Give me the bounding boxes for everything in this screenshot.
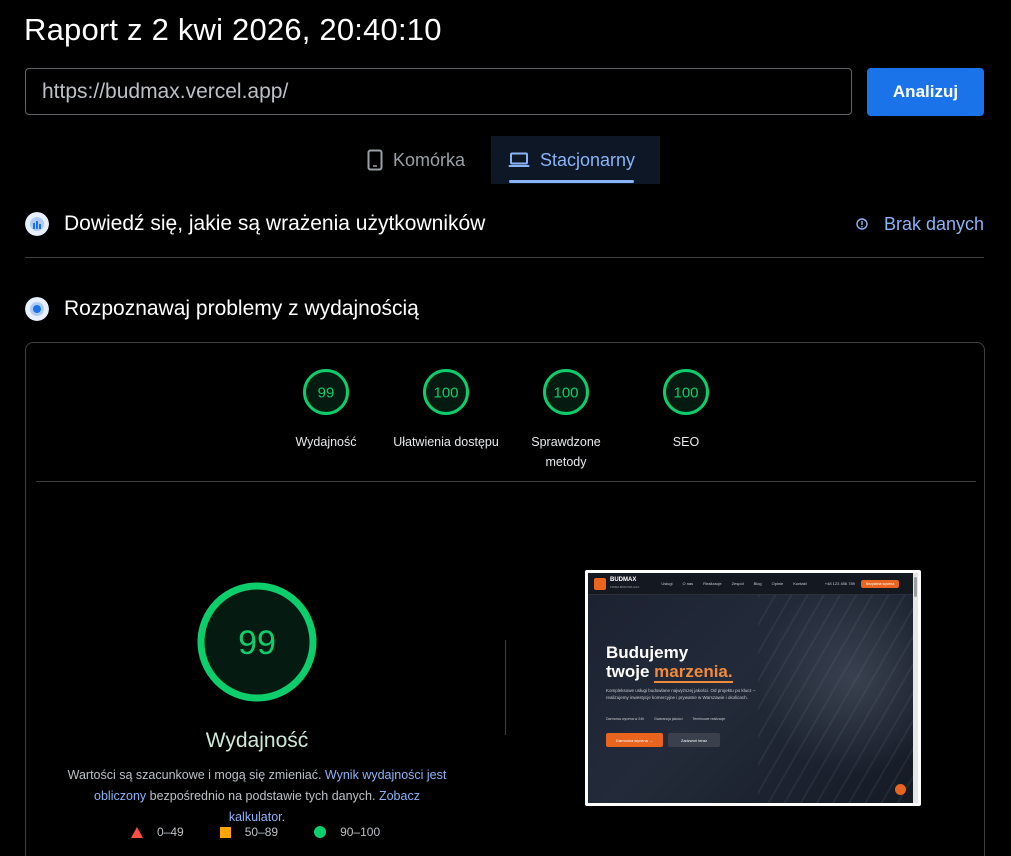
desc-text: Wartości są szacunkowe i mogą się zmieni…	[67, 768, 325, 782]
final-screenshot[interactable]: BUDMAX FIRMA BUDOWLANA Usługi O nas Reali…	[585, 570, 921, 806]
site-logo-text: BUDMAX	[610, 576, 637, 583]
desc-text: .	[281, 810, 286, 824]
info-icon[interactable]	[856, 218, 868, 230]
analyze-button[interactable]: Analizuj	[867, 68, 984, 116]
hero-primary-button: Darmowa wycena →	[606, 733, 663, 747]
hero-bullet: Terminowe realizacje	[692, 717, 726, 721]
score-ring: 99	[303, 369, 349, 415]
url-input[interactable]	[25, 68, 852, 115]
lab-data-title: Rozpoznawaj problemy z wydajnością	[64, 297, 419, 320]
hero-secondary-button: Zadzwoń teraz	[668, 733, 720, 747]
active-tab-indicator	[509, 180, 634, 183]
legend-range: 50–89	[244, 825, 279, 839]
performance-label: Wydajność	[205, 729, 309, 752]
tab-mobile[interactable]: Komórka	[355, 136, 491, 184]
diagnose-icon	[25, 297, 49, 321]
site-logo: BUDMAX FIRMA BUDOWLANA	[610, 577, 639, 591]
gauge-label: Wydajność	[295, 435, 357, 449]
phone-icon	[367, 149, 383, 171]
tab-desktop[interactable]: Stacjonarny	[491, 136, 660, 184]
performance-score: 99	[238, 624, 276, 662]
hero-background-image	[758, 595, 918, 803]
gauge-score: 100	[673, 385, 698, 402]
gauge-score: 99	[318, 385, 335, 402]
gauge-label: SEO	[672, 435, 700, 449]
legend-pass: 90–100	[314, 825, 380, 839]
site-logo-sub: FIRMA BUDOWLANA	[610, 584, 640, 589]
legend-range: 0–49	[157, 825, 184, 839]
site-link: Blog	[753, 581, 762, 586]
screenshot-scrollbar	[913, 573, 918, 803]
site-phone: +48 123 456 789	[824, 581, 855, 586]
no-data-status: Brak danych	[883, 213, 984, 234]
screenshot-content: BUDMAX FIRMA BUDOWLANA Usługi O nas Reali…	[588, 573, 918, 803]
gauge-score: 100	[433, 385, 458, 402]
hero-heading: Budujemy twoje marzenia.	[606, 643, 733, 683]
site-link: Opinie	[771, 581, 784, 586]
score-ring: 100	[423, 369, 469, 415]
site-link: O nas	[682, 581, 694, 586]
gauge-performance[interactable]: 99 Wydajność	[266, 368, 386, 452]
lab-data-section: Rozpoznawaj problemy z wydajnością	[25, 297, 984, 321]
desc-text: bezpośrednio na podstawie tych danych.	[146, 789, 379, 803]
field-data-section: Dowiedź się, jakie są wrażenia użytkowni…	[25, 212, 984, 236]
panel-divider	[36, 481, 976, 482]
lab-panel: 99 Wydajność 100 Ułatwienia dostępu 100 …	[25, 342, 985, 856]
gauge-seo[interactable]: 100 SEO	[626, 368, 746, 452]
tab-mobile-label: Komórka	[393, 149, 466, 170]
gauge-accessibility[interactable]: 100 Ułatwienia dostępu	[386, 368, 506, 452]
site-link: Zespół	[731, 581, 744, 586]
scroll-top-icon	[895, 784, 906, 795]
logo-mark-icon	[594, 577, 606, 590]
hero-bullet: Gwarancja jakości	[654, 717, 683, 721]
site-link: Realizacje	[703, 581, 722, 586]
score-ring: 100	[663, 369, 709, 415]
site-navbar: BUDMAX FIRMA BUDOWLANA Usługi O nas Reali…	[588, 573, 918, 595]
category-gauges: 99 Wydajność 100 Ułatwienia dostępu 100 …	[26, 343, 984, 481]
field-data-title: Dowiedź się, jakie są wrażenia użytkowni…	[64, 212, 486, 235]
square-icon	[219, 826, 231, 838]
gauge-best-practices[interactable]: 100 Sprawdzone metody	[506, 368, 626, 472]
hero-accent: marzenia.	[654, 662, 733, 683]
score-description: Wartości są szacunkowe i mogą się zmieni…	[66, 765, 448, 828]
legend-fail: 0–49	[131, 825, 184, 839]
vertical-separator	[505, 640, 506, 735]
score-legend: 0–49 50–89 90–100	[131, 825, 416, 839]
site-link: Kontakt	[793, 581, 807, 586]
gauge-score: 100	[553, 385, 578, 402]
site-cta: Bezpłatna wycena	[860, 579, 900, 588]
hero-line: Budujemy	[606, 643, 689, 662]
laptop-icon	[508, 152, 530, 167]
tab-desktop-label: Stacjonarny	[540, 149, 636, 170]
users-icon	[25, 212, 49, 236]
site-links: Usługi O nas Realizacje Zespół Blog Opin…	[661, 581, 816, 586]
hero-line: twoje	[606, 662, 655, 681]
hero-bullets: Darmowa wycena w 24h Gwarancja jakości T…	[606, 717, 735, 721]
score-ring: 100	[543, 369, 589, 415]
hero-text: Kompleksowe usługi budowlane najwyższej …	[606, 688, 756, 700]
triangle-icon	[131, 826, 143, 838]
site-link: Usługi	[661, 581, 673, 586]
gauge-label: Ułatwienia dostępu	[393, 435, 499, 449]
performance-score-gauge: 99	[197, 582, 317, 702]
section-divider	[25, 257, 984, 258]
legend-average: 50–89	[219, 825, 279, 839]
legend-range: 90–100	[340, 825, 381, 839]
circle-icon	[314, 826, 327, 838]
hero-bullet: Darmowa wycena w 24h	[606, 717, 645, 721]
gauge-label: Sprawdzone metody	[531, 435, 601, 469]
report-title: Raport z 2 kwi 2026, 20:40:10	[24, 12, 442, 47]
